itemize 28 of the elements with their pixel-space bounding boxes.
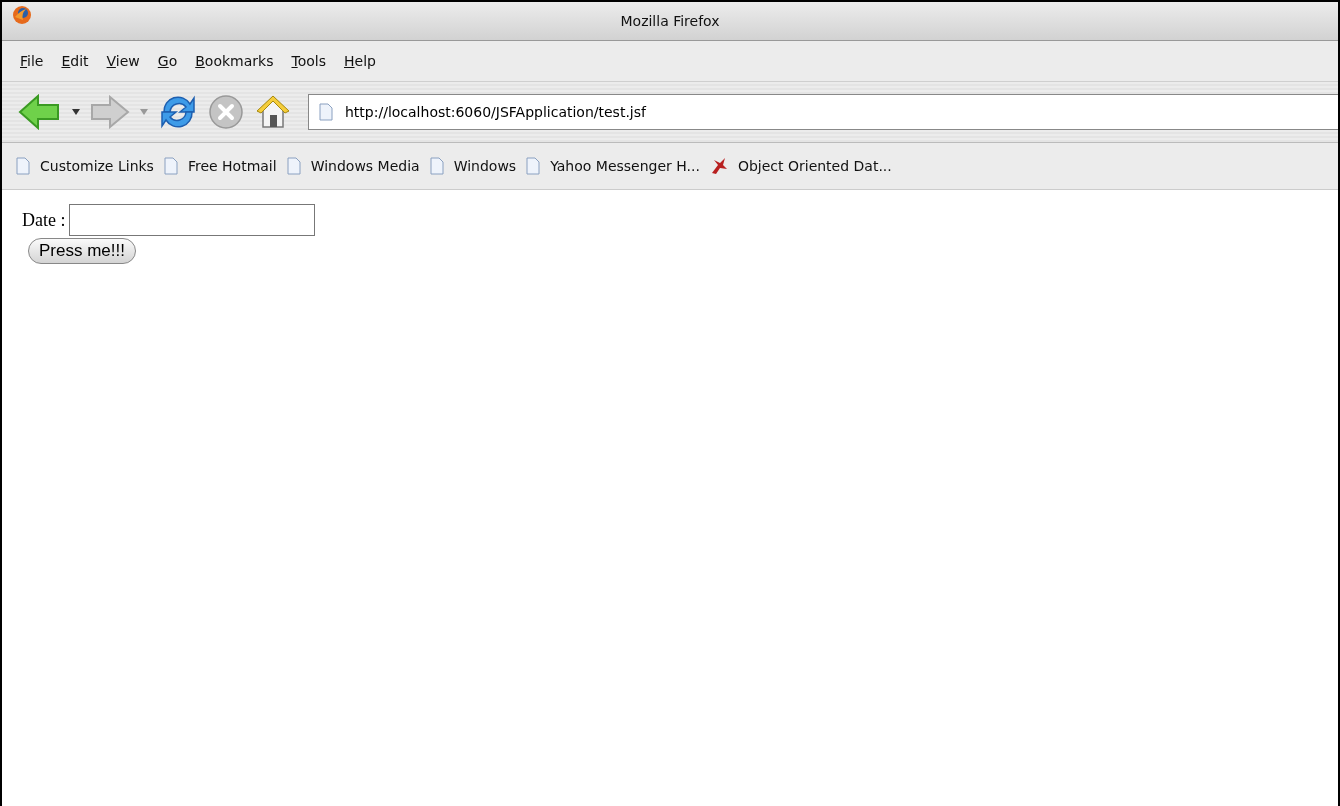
- bookmark-link[interactable]: Windows: [429, 157, 517, 175]
- home-icon[interactable]: [254, 93, 292, 131]
- bookmark-link[interactable]: Free Hotmail: [163, 157, 277, 175]
- url-text: http://localhost:6060/JSFApplication/test.jsf: [345, 104, 646, 120]
- menu-item[interactable]: Bookmarks: [195, 53, 274, 69]
- page-icon: [319, 103, 333, 121]
- page-icon: [163, 157, 178, 175]
- bookmark-link[interactable]: Yahoo Messenger H...: [526, 157, 700, 175]
- menu-item[interactable]: Go: [157, 53, 178, 69]
- address-bar[interactable]: http://localhost:6060/JSFApplication/test.jsf: [308, 94, 1338, 130]
- page-icon: [16, 157, 30, 175]
- menu-item[interactable]: View: [106, 53, 140, 69]
- press-me-button[interactable]: Press me!!!: [28, 238, 136, 264]
- menu-item[interactable]: Edit: [61, 53, 89, 69]
- menu-item[interactable]: Help: [344, 53, 376, 69]
- menu-item[interactable]: Tools: [291, 53, 326, 69]
- back-arrow-icon[interactable]: [18, 94, 62, 130]
- page-icon: [429, 157, 444, 175]
- window-title: Mozilla Firefox: [620, 13, 720, 29]
- bookmark-link[interactable]: Object Oriented Dat...: [709, 157, 892, 175]
- bookmark-link[interactable]: Customize Links: [16, 157, 154, 175]
- bookmark-link[interactable]: Windows Media: [286, 157, 420, 175]
- dropdown-caret-icon[interactable]: [72, 109, 80, 115]
- page-icon: [286, 157, 301, 175]
- date-input-field[interactable]: [69, 204, 316, 236]
- date-label: Date :: [22, 209, 66, 231]
- page-icon: [526, 157, 541, 175]
- menu-item[interactable]: File: [20, 53, 44, 69]
